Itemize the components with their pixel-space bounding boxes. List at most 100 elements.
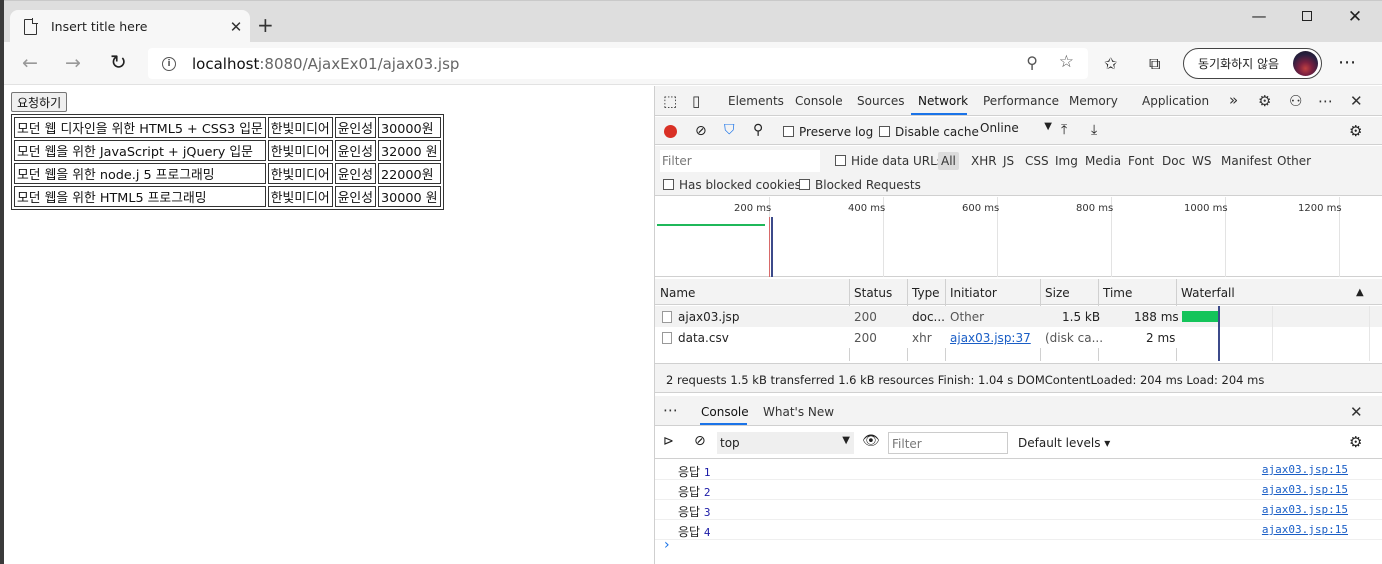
tab-title: Insert title here (51, 19, 148, 34)
book-price: 32000 원 (377, 140, 441, 161)
col-name[interactable]: Name (660, 286, 695, 300)
tab-elements[interactable]: Elements (728, 94, 784, 108)
tab-sources[interactable]: Sources (857, 94, 904, 108)
url-text[interactable]: localhost:8080/AjaxEx01/ajax03.jsp (192, 55, 459, 73)
zoom-icon[interactable]: ⚲ (1026, 53, 1038, 72)
import-har-icon[interactable]: ⤒ (1061, 122, 1067, 138)
drawer-tab-console[interactable]: Console (701, 405, 749, 419)
type-filter-doc[interactable]: Doc (1162, 154, 1185, 168)
minimize-icon[interactable]: — (1236, 7, 1282, 25)
refresh-icon[interactable]: ↻ (110, 50, 127, 74)
live-expression-eye-icon[interactable]: 👁 (862, 433, 880, 449)
disable-cache-checkbox[interactable]: Disable cache (879, 125, 979, 139)
tab-memory[interactable]: Memory (1069, 94, 1118, 108)
type-filter-css[interactable]: CSS (1025, 154, 1049, 168)
log-source-link[interactable]: ajax03.jsp:15 (1262, 523, 1348, 536)
new-tab-icon[interactable]: + (257, 15, 274, 35)
col-size[interactable]: Size (1045, 286, 1070, 300)
back-icon[interactable]: ← (22, 52, 38, 74)
network-summary-bar: 2 requests 1.5 kB transferred 1.6 kB res… (655, 363, 1382, 393)
log-source-link[interactable]: ajax03.jsp:15 (1262, 503, 1348, 516)
log-source-link[interactable]: ajax03.jsp:15 (1262, 483, 1348, 496)
type-filter-media[interactable]: Media (1085, 154, 1121, 168)
maximize-icon[interactable] (1284, 7, 1330, 25)
document-icon (24, 17, 38, 35)
network-overview-timeline[interactable]: 200 ms 400 ms 600 ms 800 ms 1000 ms 1200… (655, 197, 1382, 277)
window-close-icon[interactable]: ✕ (1332, 7, 1378, 27)
url-host: localhost (192, 54, 260, 73)
type-filter-ws[interactable]: WS (1192, 154, 1211, 168)
type-filter-font[interactable]: Font (1128, 154, 1154, 168)
settings-gear-icon[interactable]: ⚙ (1258, 92, 1271, 110)
tab-application[interactable]: Application (1142, 94, 1209, 108)
site-info-icon[interactable]: i (162, 56, 176, 71)
drawer-tab-whats-new[interactable]: What's New (763, 405, 834, 419)
record-icon[interactable] (664, 125, 677, 138)
more-menu-icon[interactable]: ⋯ (1338, 52, 1356, 73)
tab-performance[interactable]: Performance (983, 94, 1059, 108)
export-har-icon[interactable]: ⤓ (1091, 122, 1097, 138)
col-waterfall[interactable]: Waterfall (1181, 286, 1235, 300)
log-levels-dropdown[interactable]: Default levels ▾ (1018, 436, 1110, 450)
drawer-menu-icon[interactable]: ⋯ (663, 401, 678, 419)
col-status[interactable]: Status (854, 286, 892, 300)
tab-close-icon[interactable]: ✕ (226, 18, 246, 36)
hide-data-urls-checkbox[interactable]: Hide data URLs (835, 154, 943, 168)
col-type[interactable]: Type (912, 286, 940, 300)
address-bar[interactable]: i localhost:8080/AjaxEx01/ajax03.jsp ⚲ ☆ (148, 48, 1088, 79)
type-filter-manifest[interactable]: Manifest (1221, 154, 1272, 168)
tab-console[interactable]: Console (795, 94, 843, 108)
blocked-requests-checkbox[interactable]: Blocked Requests (799, 178, 921, 192)
book-author: 윤인성 (334, 186, 376, 207)
type-filter-xhr[interactable]: XHR (971, 154, 997, 168)
collections-icon[interactable]: ⧉ (1149, 54, 1160, 74)
preserve-log-checkbox[interactable]: Preserve log (783, 125, 873, 139)
request-size: 1.5 kB (1062, 310, 1101, 324)
filter-icon[interactable]: ⛉ (724, 122, 735, 138)
type-filter-img[interactable]: Img (1055, 154, 1078, 168)
search-icon[interactable]: ⚲ (753, 122, 763, 138)
favorite-star-icon[interactable]: ☆ (1059, 52, 1074, 72)
drawer-close-icon[interactable]: ✕ (1350, 403, 1363, 421)
request-initiator-link[interactable]: ajax03.jsp:37 (950, 331, 1031, 345)
inspect-icon[interactable]: ⬚ (663, 92, 677, 110)
forward-icon[interactable]: → (65, 52, 81, 74)
network-settings-icon[interactable]: ⚙ (1349, 122, 1362, 140)
type-filter-js[interactable]: JS (1003, 154, 1014, 168)
network-filter-input[interactable]: Filter (660, 150, 820, 172)
request-status: 200 (854, 331, 877, 345)
book-publisher: 한빛미디어 (267, 140, 333, 161)
clear-console-icon[interactable]: ⊘ (694, 433, 706, 449)
browser-tab[interactable]: Insert title here ✕ (10, 10, 250, 43)
profile-sync-button[interactable]: 동기화하지 않음 (1183, 48, 1322, 79)
throttling-select[interactable]: Online ▼ (980, 121, 1052, 141)
console-filter-input[interactable]: Filter (888, 432, 1008, 454)
has-blocked-cookies-checkbox[interactable]: Has blocked cookies (663, 178, 801, 192)
log-source-link[interactable]: ajax03.jsp:15 (1262, 463, 1348, 476)
device-toolbar-icon[interactable]: ▯ (692, 92, 700, 110)
more-tabs-icon[interactable]: » (1229, 91, 1238, 109)
request-name-text: ajax03.jsp (678, 310, 740, 324)
devtools-tabbar: ⬚ ▯ Elements Console Sources Network Per… (655, 86, 1382, 116)
sort-ascending-icon[interactable]: ▲ (1356, 287, 1364, 298)
favorites-icon[interactable]: ✩ (1104, 54, 1117, 73)
devtools-close-icon[interactable]: ✕ (1350, 92, 1363, 110)
chevron-down-icon: ▼ (842, 435, 850, 446)
show-sidebar-icon[interactable]: ⊳ (663, 434, 674, 449)
feedback-icon[interactable]: ⚇ (1289, 92, 1302, 110)
request-button[interactable]: 요청하기 (11, 92, 68, 112)
log-number: 4 (703, 526, 711, 539)
tab-network[interactable]: Network (918, 94, 968, 108)
type-filter-all[interactable]: All (938, 152, 959, 170)
devtools-menu-icon[interactable]: ⋯ (1318, 92, 1333, 110)
context-select[interactable]: top ▼ (717, 432, 854, 454)
file-icon (662, 311, 672, 323)
book-title: 모던 웹을 위한 JavaScript + jQuery 입문 (14, 140, 266, 161)
type-filter-other[interactable]: Other (1277, 154, 1311, 168)
console-settings-icon[interactable]: ⚙ (1349, 433, 1362, 451)
col-time[interactable]: Time (1103, 286, 1132, 300)
timeline-tick-label: 800 ms (1076, 203, 1114, 214)
console-prompt[interactable]: › (664, 537, 670, 553)
col-initiator[interactable]: Initiator (950, 286, 997, 300)
clear-icon[interactable]: ⊘ (695, 123, 707, 139)
